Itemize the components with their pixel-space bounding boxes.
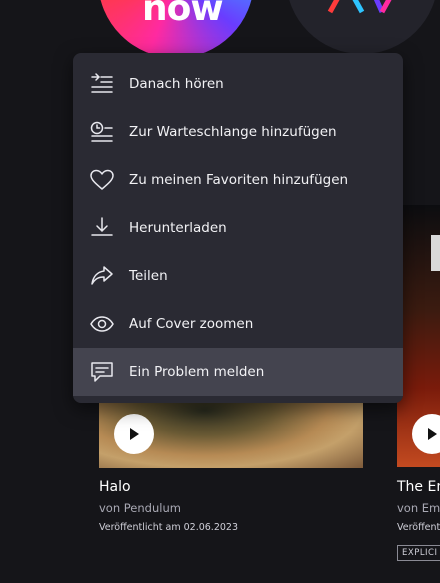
menu-item-download[interactable]: Herunterladen: [73, 204, 403, 252]
menu-item-label: Auf Cover zoomen: [129, 316, 254, 332]
menu-item-label: Zu meinen Favoriten hinzufügen: [129, 172, 349, 188]
playlist-cover-label: now: [142, 0, 224, 29]
eye-icon: [88, 310, 116, 338]
context-menu: Danach hören Zur Warteschlange hinzufüge…: [73, 53, 403, 403]
card-release-date: Veröffentlicht am 02.06.2023: [99, 522, 239, 533]
menu-item-label: Teilen: [129, 268, 168, 284]
card-artist[interactable]: von Pendulum: [99, 501, 181, 515]
card-artist[interactable]: von Emi: [397, 501, 440, 515]
card-title[interactable]: Halo: [99, 479, 131, 495]
card-release-date: Veröffentl: [397, 522, 440, 533]
add-to-queue-icon: [88, 118, 116, 146]
menu-item-label: Danach hören: [129, 76, 224, 92]
play-icon: [130, 428, 139, 440]
report-problem-icon: [88, 358, 116, 386]
card-title[interactable]: The Em: [397, 479, 440, 495]
explicit-badge: EXPLICI: [397, 545, 440, 561]
menu-item-add-to-favorites[interactable]: Zu meinen Favoriten hinzufügen: [73, 156, 403, 204]
menu-item-label: Zur Warteschlange hinzufügen: [129, 124, 337, 140]
play-icon: [428, 428, 437, 440]
download-icon: [88, 214, 116, 242]
menu-item-label: Ein Problem melden: [129, 364, 265, 380]
menu-item-share[interactable]: Teilen: [73, 252, 403, 300]
play-next-icon: [88, 70, 116, 98]
share-icon: [88, 262, 116, 290]
menu-item-add-to-queue[interactable]: Zur Warteschlange hinzufügen: [73, 108, 403, 156]
heart-icon: [88, 166, 116, 194]
playlist-cover-rainbow[interactable]: [286, 0, 438, 54]
menu-item-zoom-cover[interactable]: Auf Cover zoomen: [73, 300, 403, 348]
play-button-halo[interactable]: [114, 414, 154, 454]
menu-item-report-problem[interactable]: Ein Problem melden: [73, 348, 403, 396]
menu-item-play-next[interactable]: Danach hören: [73, 60, 403, 108]
menu-item-label: Herunterladen: [129, 220, 227, 236]
rainbow-logo-icon: [327, 0, 392, 14]
